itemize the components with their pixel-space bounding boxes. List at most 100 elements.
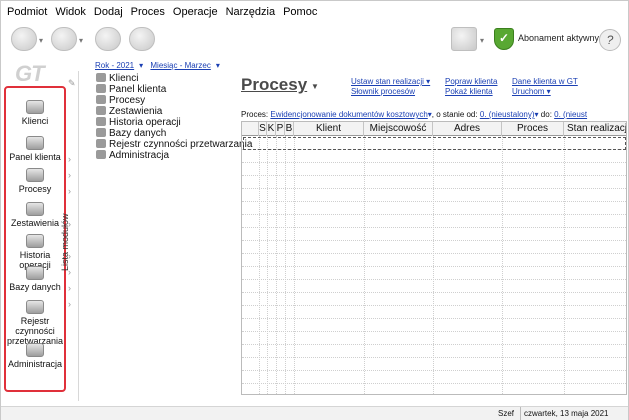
nav-item-administracja[interactable]: Administracja: [6, 343, 64, 369]
nav-item-klienci[interactable]: Klienci: [6, 100, 64, 126]
selected-row[interactable]: [243, 137, 626, 150]
nav-item-historia-operacji[interactable]: Historia operacji: [6, 234, 64, 270]
administration-icon: [26, 343, 44, 357]
table-row[interactable]: [242, 345, 626, 358]
table-row[interactable]: [242, 189, 626, 202]
table-row[interactable]: [242, 150, 626, 163]
menu-narzedzia[interactable]: Narzędzia: [226, 6, 276, 18]
nav-item-panel-klienta[interactable]: Panel klienta: [6, 136, 64, 162]
menu-widok[interactable]: Widok: [55, 6, 86, 18]
history-icon: [96, 117, 106, 126]
window-icon[interactable]: [451, 27, 477, 51]
tree-item-procesy[interactable]: Procesy: [96, 95, 145, 106]
chevron-right-icon[interactable]: ›: [68, 154, 71, 164]
register-icon: [96, 139, 106, 148]
chevron-right-icon[interactable]: ›: [68, 299, 71, 309]
table-row[interactable]: [242, 176, 626, 189]
reports-icon: [26, 202, 44, 216]
menu-dodaj[interactable]: Dodaj: [94, 6, 123, 18]
month-selector[interactable]: Miesiąc - Marzec: [150, 61, 210, 70]
column-header-klient[interactable]: Klient: [294, 122, 364, 136]
table-row[interactable]: [242, 241, 626, 254]
menu-proces[interactable]: Proces: [131, 6, 165, 18]
table-row[interactable]: [242, 358, 626, 371]
month-dropdown-icon[interactable]: ▾: [216, 61, 220, 70]
navigation-back-icon[interactable]: [11, 27, 37, 51]
table-row[interactable]: [242, 384, 626, 394]
table-row[interactable]: [242, 293, 626, 306]
year-dropdown-icon[interactable]: ▾: [139, 61, 143, 70]
tree-item-klienci[interactable]: Klienci: [96, 73, 138, 84]
table-row[interactable]: [242, 267, 626, 280]
back-dropdown-icon[interactable]: ▾: [39, 36, 43, 45]
page-title[interactable]: Procesy: [241, 75, 307, 95]
tree-item-bazy-danych[interactable]: Bazy danych: [96, 128, 166, 139]
column-header-adres[interactable]: Adres: [433, 122, 502, 136]
fix-client-link[interactable]: Popraw klienta: [445, 77, 497, 86]
chevron-right-icon[interactable]: ›: [68, 186, 71, 196]
module-navigation: Klienci Panel klienta Procesy Zestawieni…: [4, 86, 66, 392]
set-status-link[interactable]: Ustaw stan realizacji ▾: [351, 77, 430, 86]
current-date: czwartek, 13 maja 2021: [524, 409, 609, 418]
table-row[interactable]: [242, 215, 626, 228]
table-row[interactable]: [242, 163, 626, 176]
process-select[interactable]: Ewidencjonowanie dokumentów kosztowych: [270, 110, 427, 119]
table-row[interactable]: [242, 254, 626, 267]
run-link[interactable]: Uruchom ▾: [512, 87, 551, 96]
stop-icon[interactable]: [129, 27, 155, 51]
process-dictionary-link[interactable]: Słownik procesów: [351, 87, 415, 96]
database-icon: [96, 128, 106, 137]
processes-table[interactable]: S K P B Klient Miejscowość Adres Proces …: [241, 121, 627, 395]
forward-dropdown-icon[interactable]: ▾: [79, 36, 83, 45]
table-header: S K P B Klient Miejscowość Adres Proces …: [242, 122, 626, 136]
help-icon[interactable]: ?: [599, 29, 621, 51]
processes-panel: Procesy ▼ Ustaw stan realizacji ▾ Słowni…: [237, 71, 627, 406]
chevron-right-icon[interactable]: ›: [68, 283, 71, 293]
column-header-miejscowosc[interactable]: Miejscowość: [364, 122, 433, 136]
nav-item-bazy-danych[interactable]: Bazy danych: [6, 266, 64, 292]
table-row[interactable]: [242, 202, 626, 215]
title-dropdown-icon[interactable]: ▼: [311, 82, 319, 91]
status-from-dropdown-icon[interactable]: ▾: [535, 110, 539, 119]
tree-item-rejestr[interactable]: Rejestr czynności przetwarzania: [96, 139, 252, 150]
chevron-right-icon[interactable]: ›: [68, 170, 71, 180]
nav-item-procesy[interactable]: Procesy: [6, 168, 64, 194]
column-header-b[interactable]: B: [285, 122, 294, 136]
table-row[interactable]: [242, 319, 626, 332]
status-from-select[interactable]: 0. (nieustalony): [480, 110, 535, 119]
column-header-k[interactable]: K: [267, 122, 276, 136]
status-to-select[interactable]: 0. (nieust: [554, 110, 587, 119]
app-window: Podmiot Widok Dodaj Proces Operacje Narz…: [0, 0, 629, 420]
nav-item-rejestr[interactable]: Rejestr czynności przetwarzania: [6, 300, 64, 346]
nav-item-zestawienia[interactable]: Zestawienia: [6, 202, 64, 228]
gt-logo: GT: [15, 61, 45, 86]
column-header-stan-realizacji[interactable]: Stan realizacji: [564, 122, 626, 136]
year-selector[interactable]: Rok - 2021: [95, 61, 134, 70]
refresh-icon[interactable]: [95, 27, 121, 51]
menu-operacje[interactable]: Operacje: [173, 6, 218, 18]
column-header-p[interactable]: P: [276, 122, 285, 136]
table-row[interactable]: [242, 306, 626, 319]
tree-item-panel-klienta[interactable]: Panel klienta: [96, 84, 166, 95]
menu-podmiot[interactable]: Podmiot: [7, 6, 47, 18]
subscription-status[interactable]: Abonament aktywny: [518, 33, 599, 43]
column-header-s[interactable]: S: [259, 122, 267, 136]
table-row[interactable]: [242, 371, 626, 384]
window-dropdown-icon[interactable]: ▾: [480, 36, 484, 45]
column-header-proces[interactable]: Proces: [502, 122, 564, 136]
table-row[interactable]: [242, 280, 626, 293]
navigation-forward-icon[interactable]: [51, 27, 77, 51]
client-panel-icon: [26, 136, 44, 150]
client-data-gt-link[interactable]: Dane klienta w GT: [512, 77, 578, 86]
table-row[interactable]: [242, 332, 626, 345]
clients-icon: [26, 100, 44, 114]
show-client-link[interactable]: Pokaż klienta: [445, 87, 493, 96]
pin-icon[interactable]: ✎: [68, 78, 76, 89]
tree-item-historia-operacji[interactable]: Historia operacji: [96, 117, 181, 128]
tree-item-zestawienia[interactable]: Zestawienia: [96, 106, 162, 117]
table-row[interactable]: [242, 228, 626, 241]
tree-item-administracja[interactable]: Administracja: [96, 150, 169, 161]
menu-pomoc[interactable]: Pomoc: [283, 6, 317, 18]
status-divider: [520, 407, 521, 420]
history-icon: [26, 234, 44, 248]
